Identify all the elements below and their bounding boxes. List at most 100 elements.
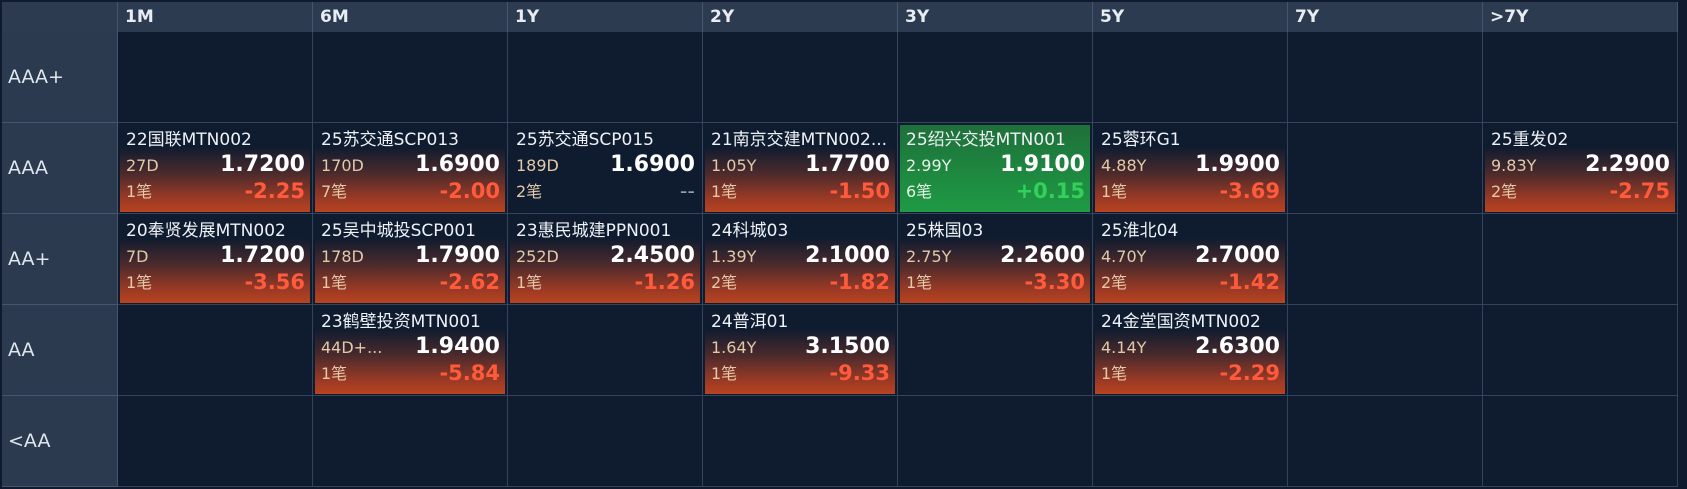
yield-change: --	[679, 179, 695, 203]
row-header-0: AAA+	[2, 32, 118, 123]
matrix-cell	[703, 32, 898, 123]
matrix-cell	[1483, 305, 1678, 396]
bond-line-1: 178D 1.7900	[321, 243, 500, 269]
trade-count: 7笔	[321, 182, 348, 201]
bond-price: 3.1500	[805, 334, 890, 359]
bond-card[interactable]: 24金堂国资MTN002 4.14Y 2.6300 1笔 -2.29	[1095, 307, 1285, 394]
matrix-cell: 21南京交建MTN002... 1.05Y 1.7700 1笔 -1.50	[703, 123, 898, 214]
yield-change: -1.82	[829, 270, 890, 294]
bond-card[interactable]: 23鹤壁投资MTN001 44D+... 1.9400 1笔 -5.84	[315, 307, 505, 394]
row-header-4: <AA	[2, 396, 118, 487]
bond-card[interactable]: 25苏交通SCP015 189D 1.6900 2笔 --	[510, 125, 700, 212]
matrix-cell: 22国联MTN002 27D 1.7200 1笔 -2.25	[118, 123, 313, 214]
bond-term: 2.99Y	[906, 156, 952, 175]
matrix-cell	[898, 305, 1093, 396]
matrix-cell: 24科城03 1.39Y 2.1000 2笔 -1.82	[703, 214, 898, 305]
yield-change: -2.62	[439, 270, 500, 294]
yield-change: -2.25	[244, 179, 305, 203]
bond-name: 25吴中城投SCP001	[321, 221, 476, 241]
bond-line-2: 1笔 -2.25	[126, 178, 305, 204]
bond-line-2: 1笔 -3.56	[126, 269, 305, 295]
trade-count: 1笔	[126, 273, 153, 292]
bond-card[interactable]: 24普洱01 1.64Y 3.1500 1笔 -9.33	[705, 307, 895, 394]
column-header-3[interactable]: 2Y	[703, 2, 898, 32]
bond-name: 25苏交通SCP015	[516, 130, 654, 150]
matrix-cell	[703, 396, 898, 487]
bond-line-2: 1笔 -1.26	[516, 269, 695, 295]
bond-name: 20奉贤发展MTN002	[126, 221, 286, 241]
bond-name: 22国联MTN002	[126, 130, 252, 150]
bond-line-1: 7D 1.7200	[126, 243, 305, 269]
bond-line-2: 1笔 -3.69	[1101, 178, 1280, 204]
bond-term: 7D	[126, 247, 149, 266]
trade-count: 1笔	[126, 182, 153, 201]
bond-price: 1.9400	[415, 334, 500, 359]
column-header-6[interactable]: 7Y	[1288, 2, 1483, 32]
trade-count: 2笔	[711, 273, 738, 292]
yield-change: -1.42	[1219, 270, 1280, 294]
trade-count: 1笔	[321, 364, 348, 383]
bond-line-1: 27D 1.7200	[126, 152, 305, 178]
matrix-cell	[1483, 396, 1678, 487]
bond-line-2: 1笔 -2.29	[1101, 360, 1280, 386]
bond-term: 170D	[321, 156, 364, 175]
matrix-cell: 25吴中城投SCP001 178D 1.7900 1笔 -2.62	[313, 214, 508, 305]
bond-line-2: 1笔 -9.33	[711, 360, 890, 386]
column-header-1[interactable]: 6M	[313, 2, 508, 32]
matrix-cell	[1483, 214, 1678, 305]
matrix-cell: 25重发02 9.83Y 2.2900 2笔 -2.75	[1483, 123, 1678, 214]
matrix-cell: 25株国03 2.75Y 2.2600 1笔 -3.30	[898, 214, 1093, 305]
trade-count: 1笔	[711, 364, 738, 383]
bond-card[interactable]: 22国联MTN002 27D 1.7200 1笔 -2.25	[120, 125, 310, 212]
bond-price: 1.7700	[805, 152, 890, 177]
column-header-2[interactable]: 1Y	[508, 2, 703, 32]
bond-name: 25绍兴交投MTN001	[906, 130, 1066, 150]
matrix-cell	[1093, 396, 1288, 487]
bond-card[interactable]: 25蓉环G1 4.88Y 1.9900 1笔 -3.69	[1095, 125, 1285, 212]
bond-name: 24普洱01	[711, 312, 789, 332]
bond-term: 4.88Y	[1101, 156, 1147, 175]
bond-card[interactable]: 25重发02 9.83Y 2.2900 2笔 -2.75	[1485, 125, 1675, 212]
matrix-cell	[1093, 32, 1288, 123]
trade-count: 1笔	[321, 273, 348, 292]
column-header-4[interactable]: 3Y	[898, 2, 1093, 32]
matrix-cell	[1288, 32, 1483, 123]
bond-card[interactable]: 21南京交建MTN002... 1.05Y 1.7700 1笔 -1.50	[705, 125, 895, 212]
bond-line-1: 2.75Y 2.2600	[906, 243, 1085, 269]
bond-line-1: 170D 1.6900	[321, 152, 500, 178]
bond-line-1: 4.70Y 2.7000	[1101, 243, 1280, 269]
matrix-cell	[1483, 32, 1678, 123]
yield-change: -1.26	[634, 270, 695, 294]
bond-card[interactable]: 25淮北04 4.70Y 2.7000 2笔 -1.42	[1095, 216, 1285, 303]
column-header-7[interactable]: >7Y	[1483, 2, 1678, 32]
matrix-cell	[313, 32, 508, 123]
bond-card[interactable]: 24科城03 1.39Y 2.1000 2笔 -1.82	[705, 216, 895, 303]
yield-change: -5.84	[439, 361, 500, 385]
bond-card[interactable]: 25株国03 2.75Y 2.2600 1笔 -3.30	[900, 216, 1090, 303]
trade-count: 6笔	[906, 182, 933, 201]
yield-change: -3.69	[1219, 179, 1280, 203]
bond-card[interactable]: 25苏交通SCP013 170D 1.6900 7笔 -2.00	[315, 125, 505, 212]
bond-price: 2.4500	[610, 243, 695, 268]
bond-line-2: 1笔 -3.30	[906, 269, 1085, 295]
column-header-0[interactable]: 1M	[118, 2, 313, 32]
bond-line-1: 2.99Y 1.9100	[906, 152, 1085, 178]
bond-name: 25重发02	[1491, 130, 1569, 150]
header-corner	[2, 2, 118, 32]
bond-term: 252D	[516, 247, 559, 266]
bond-line-1: 4.14Y 2.6300	[1101, 334, 1280, 360]
bond-card[interactable]: 23惠民城建PPN001 252D 2.4500 1笔 -1.26	[510, 216, 700, 303]
rating-term-matrix: 1M 6M 1Y 2Y 3Y 5Y 7Y >7Y AAA+ AAA 22国联MTN002 27D 1.7…	[2, 2, 1678, 487]
trade-count: 1笔	[1101, 364, 1128, 383]
bond-term: 2.75Y	[906, 247, 952, 266]
matrix-cell: 25苏交通SCP015 189D 1.6900 2笔 --	[508, 123, 703, 214]
bond-line-2: 1笔 -5.84	[321, 360, 500, 386]
matrix-cell: 20奉贤发展MTN002 7D 1.7200 1笔 -3.56	[118, 214, 313, 305]
column-header-5[interactable]: 5Y	[1093, 2, 1288, 32]
bond-card[interactable]: 20奉贤发展MTN002 7D 1.7200 1笔 -3.56	[120, 216, 310, 303]
bond-card[interactable]: 25绍兴交投MTN001 2.99Y 1.9100 6笔 +0.15	[900, 125, 1090, 212]
matrix-cell	[1288, 396, 1483, 487]
matrix-cell	[1288, 305, 1483, 396]
bond-card[interactable]: 25吴中城投SCP001 178D 1.7900 1笔 -2.62	[315, 216, 505, 303]
bond-name: 24金堂国资MTN002	[1101, 312, 1261, 332]
